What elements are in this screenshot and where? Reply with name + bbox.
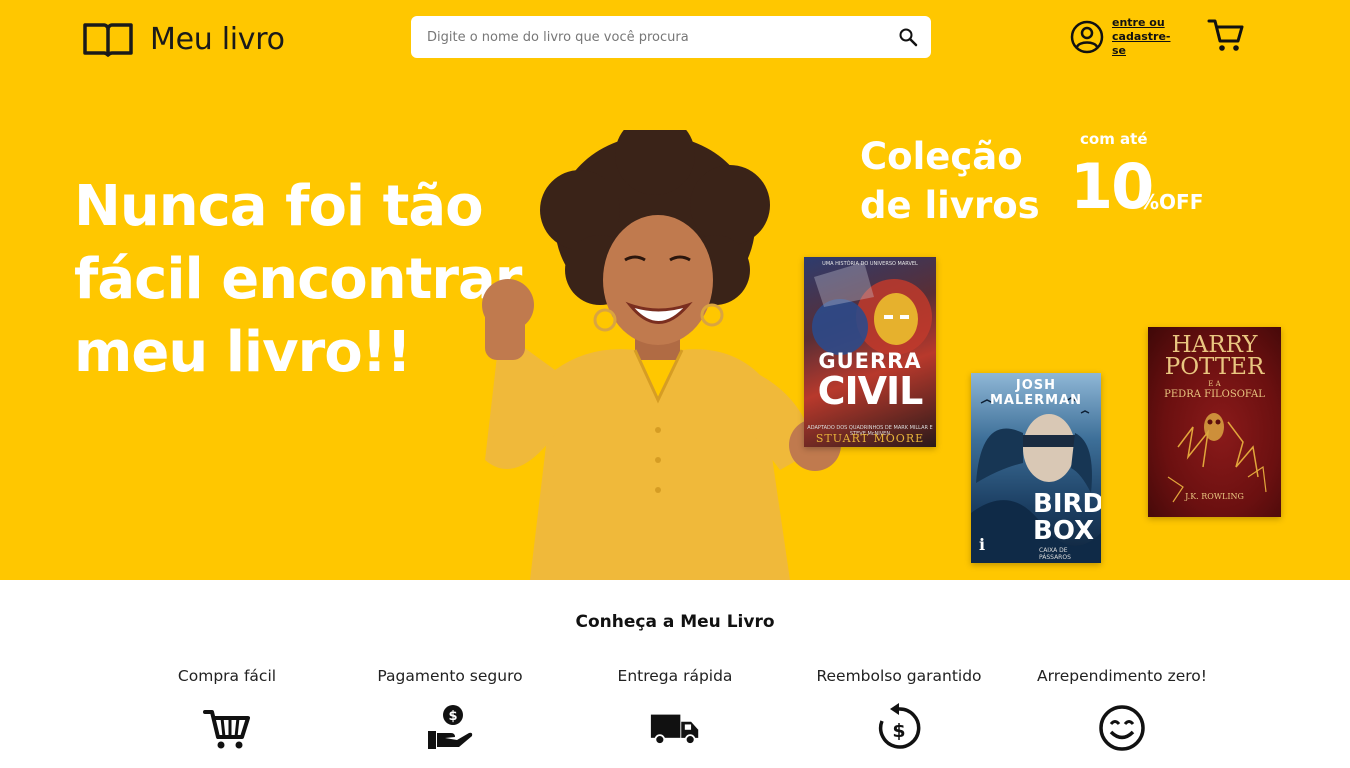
promo-discount-suffix: %OFF: [1139, 190, 1204, 214]
refund-icon: $: [878, 703, 921, 749]
money-hand-icon: $: [428, 705, 473, 749]
book-cover-bird-box[interactable]: JOSH MALERMAN BIRD BOX CAIXA DE PÁSSAROS…: [971, 373, 1101, 563]
book-title: BIRD: [1033, 489, 1101, 519]
search-icon: [899, 28, 918, 47]
book-top-text: UMA HISTÓRIA DO UNIVERSO MARVEL: [822, 261, 918, 267]
cart-icon: [203, 710, 250, 749]
feature-item: Arrependimento zero!: [1012, 667, 1232, 753]
search-button[interactable]: [897, 26, 919, 48]
promo-title-line: Coleção: [860, 135, 1023, 178]
book-cover-guerra-civil[interactable]: UMA HISTÓRIA DO UNIVERSO MARVEL GUERRA C…: [804, 257, 936, 447]
feature-item: Pagamento seguro $: [340, 667, 560, 753]
user-circle-icon[interactable]: [1070, 20, 1104, 54]
logo-text: Meu livro: [150, 21, 285, 57]
logo[interactable]: Meu livro: [82, 20, 285, 58]
book-subtitle: E A: [1208, 380, 1221, 388]
features-title: Conheça a Meu Livro: [575, 612, 775, 632]
book-title: BOX: [1033, 516, 1095, 546]
feature-label: Pagamento seguro: [377, 667, 523, 685]
login-signup-link[interactable]: entre ou cadastre-se: [1112, 16, 1172, 58]
promo-title-line: de livros: [860, 184, 1040, 227]
feature-item: Reembolso garantido $: [789, 667, 1009, 753]
truck-icon: [650, 714, 699, 745]
book-cover-harry-potter[interactable]: HARRY POTTER E A PEDRA FILOSOFAL J.K. RO…: [1148, 327, 1281, 517]
hero-banner: Meu livro entre ou cadastre-se Nunca foi…: [0, 0, 1350, 580]
book-title: POTTER: [1164, 354, 1265, 380]
search-input[interactable]: [427, 29, 897, 45]
feature-label: Entrega rápida: [617, 667, 733, 685]
publisher-logo: i: [979, 535, 986, 554]
smiling-woman-illustration: [482, 130, 841, 580]
promo-title: Coleção de livros: [860, 132, 1070, 230]
promo-pre-text: com até: [1080, 130, 1148, 148]
book-author: JOSH MALERMAN: [989, 378, 1083, 408]
feature-item: Entrega rápida: [565, 667, 785, 753]
feature-label: Arrependimento zero!: [1037, 667, 1207, 685]
svg-text:$: $: [448, 709, 457, 724]
cart-button[interactable]: [1207, 16, 1245, 58]
svg-text:$: $: [892, 720, 905, 742]
book-author: STUART MOORE: [815, 432, 925, 445]
search-bar: [411, 16, 931, 58]
feature-label: Reembolso garantido: [816, 667, 982, 685]
feature-label: Compra fácil: [177, 667, 277, 685]
cart-icon: [1207, 19, 1244, 51]
book-author: J.K. ROWLING: [1185, 492, 1244, 501]
smiley-icon: [1099, 705, 1145, 751]
book-title: CIVIL: [817, 369, 924, 413]
open-book-icon: [83, 23, 133, 57]
feature-item: Compra fácil: [117, 667, 337, 753]
account-area: entre ou cadastre-se: [1070, 16, 1172, 58]
book-subtitle: PEDRA FILOSOFAL: [1164, 389, 1265, 400]
book-subtitle: CAIXA DE PÁSSAROS: [1039, 547, 1071, 561]
